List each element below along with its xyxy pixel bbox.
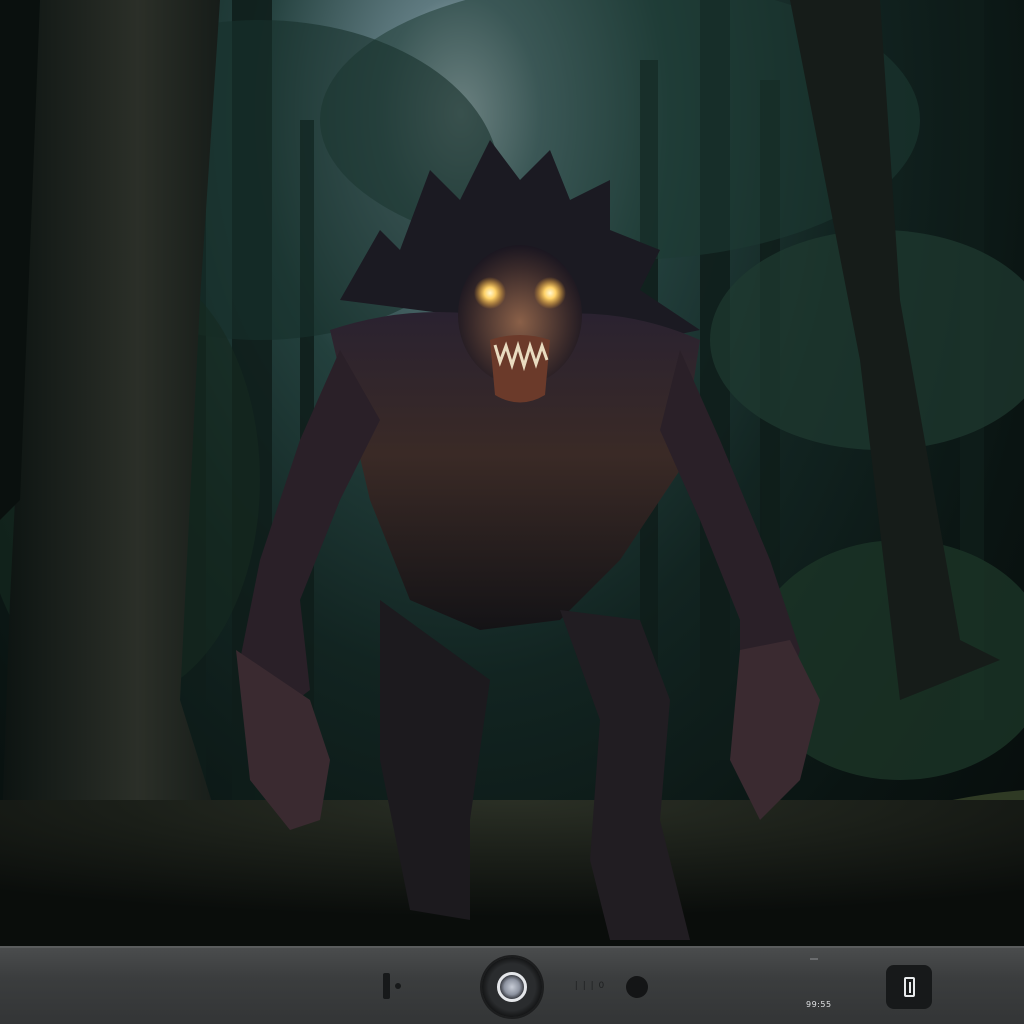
bar-notch (810, 958, 818, 960)
record-button[interactable] (624, 974, 650, 1000)
creature-left-eye (474, 277, 506, 309)
shutter-button[interactable] (482, 957, 542, 1017)
camera-viewfinder[interactable] (0, 0, 1024, 946)
creature-right-eye (534, 277, 566, 309)
mode-label[interactable]: | | | 0 (568, 974, 612, 998)
shot-counter: 99:55 (806, 1000, 832, 1009)
shutter-icon (497, 972, 527, 1002)
gallery-icon (903, 977, 915, 997)
gallery-button[interactable] (886, 965, 932, 1009)
flash-toggle-button[interactable] (372, 968, 412, 1004)
camera-control-bar: | | | 0 99:55 (0, 946, 1024, 1024)
record-dot-icon (626, 976, 648, 998)
forest-creature-scene (0, 0, 1024, 946)
flash-indicator-dot (395, 983, 401, 989)
camera-app: | | | 0 99:55 (0, 0, 1024, 1024)
flash-toggle-icon (383, 973, 390, 999)
forest-floor (0, 800, 1024, 946)
